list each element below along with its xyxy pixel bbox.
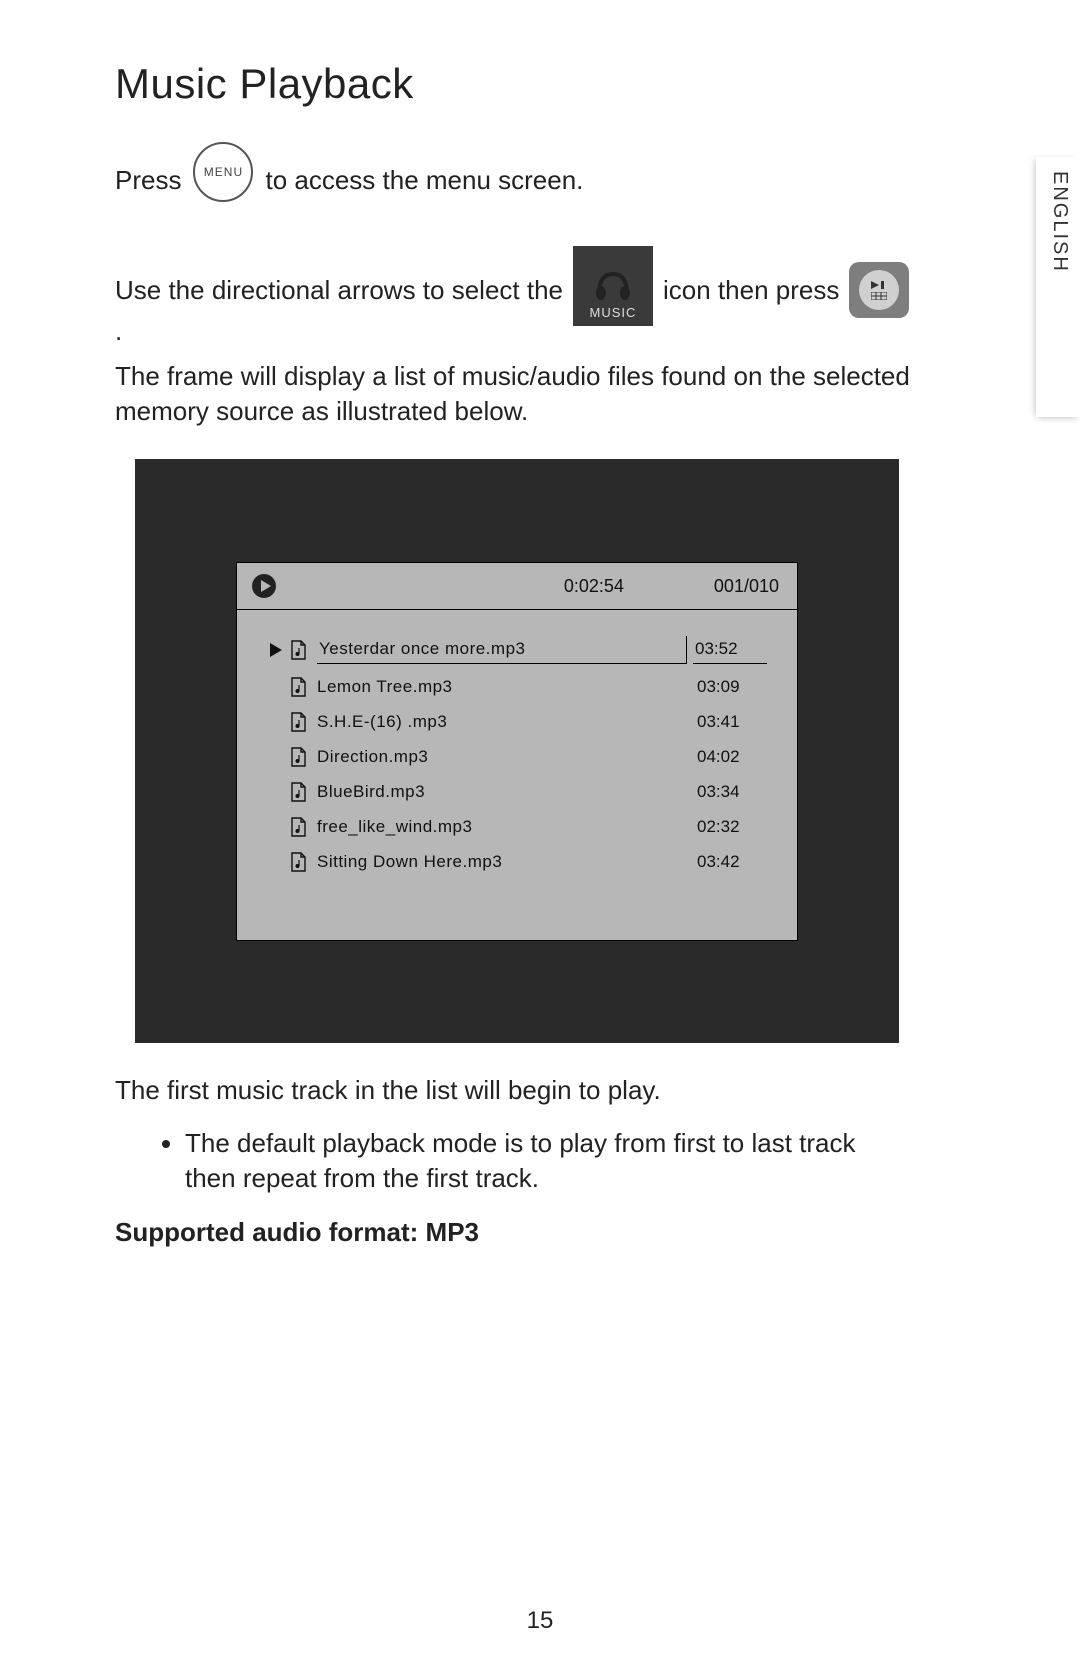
track-duration: 02:32 (697, 816, 767, 839)
track-duration: 03:52 (693, 636, 767, 664)
track-name: S.H.E-(16) .mp3 (317, 711, 697, 734)
instruction-line-2: Use the directional arrows to select the… (115, 228, 915, 349)
track-row[interactable]: Sitting Down Here.mp303:42 (267, 845, 767, 880)
slideshow-glyph-icon (871, 292, 887, 300)
track-row[interactable]: Direction.mp304:02 (267, 740, 767, 775)
track-duration: 03:41 (697, 711, 767, 734)
play-status-icon (251, 573, 277, 599)
track-duration: 03:34 (697, 781, 767, 804)
track-duration: 04:02 (697, 746, 767, 769)
track-name: Yesterdar once more.mp3 (317, 636, 687, 664)
instruction-line-3: The frame will display a list of music/a… (115, 359, 915, 429)
post-text: The first music track in the list will b… (115, 1073, 915, 1108)
side-language-tab: ENGLISH (1036, 157, 1080, 417)
music-app-icon: MUSIC (573, 246, 653, 326)
text-period: . (115, 314, 122, 349)
language-label: ENGLISH (1048, 171, 1071, 273)
supported-format: Supported audio format: MP3 (115, 1215, 915, 1250)
track-row[interactable]: Lemon Tree.mp303:09 (267, 670, 767, 705)
page-content: Music Playback Press MENU to access the … (115, 60, 915, 1256)
track-duration: 03:09 (697, 676, 767, 699)
text-press: Press (115, 163, 181, 198)
text-to-access: to access the menu screen. (265, 163, 583, 198)
music-file-icon (289, 640, 307, 660)
music-file-icon (289, 677, 307, 697)
headphones-icon (593, 266, 633, 300)
player-panel: 0:02:54 001/010 Yesterdar once more.mp30… (236, 562, 798, 941)
bullet-list: The default playback mode is to play fro… (185, 1126, 915, 1196)
music-icon-label: MUSIC (590, 304, 637, 322)
track-row[interactable]: Yesterdar once more.mp303:52 (267, 630, 767, 670)
page-number: 15 (0, 1607, 1080, 1635)
now-playing-indicator-icon (267, 643, 285, 657)
instruction-line-1: Press MENU to access the menu screen. (115, 138, 915, 198)
player-screenshot: 0:02:54 001/010 Yesterdar once more.mp30… (135, 459, 899, 1043)
elapsed-time: 0:02:54 (564, 574, 624, 598)
player-header: 0:02:54 001/010 (237, 563, 797, 610)
text-use-arrows: Use the directional arrows to select the (115, 273, 563, 308)
text-icon-then-press: icon then press (663, 273, 839, 308)
track-counter: 001/010 (714, 574, 779, 598)
bullet-item: The default playback mode is to play fro… (185, 1126, 915, 1196)
menu-button-label: MENU (204, 164, 243, 180)
body-text: Press MENU to access the menu screen. Us… (115, 138, 915, 1250)
track-name: free_like_wind.mp3 (317, 816, 697, 839)
music-file-icon (289, 817, 307, 837)
track-name: Sitting Down Here.mp3 (317, 851, 697, 874)
track-row[interactable]: S.H.E-(16) .mp303:41 (267, 705, 767, 740)
track-list: Yesterdar once more.mp303:52Lemon Tree.m… (237, 610, 797, 940)
music-file-icon (289, 852, 307, 872)
track-name: Lemon Tree.mp3 (317, 676, 697, 699)
page-title: Music Playback (115, 60, 915, 108)
track-name: BlueBird.mp3 (317, 781, 697, 804)
track-name: Direction.mp3 (317, 746, 697, 769)
track-row[interactable]: BlueBird.mp303:34 (267, 775, 767, 810)
play-pause-button-icon (849, 262, 909, 318)
music-file-icon (289, 712, 307, 732)
track-duration: 03:42 (697, 851, 767, 874)
play-pause-glyph-icon (869, 280, 889, 290)
track-row[interactable]: free_like_wind.mp302:32 (267, 810, 767, 845)
menu-button-icon: MENU (193, 142, 253, 202)
music-file-icon (289, 782, 307, 802)
music-file-icon (289, 747, 307, 767)
